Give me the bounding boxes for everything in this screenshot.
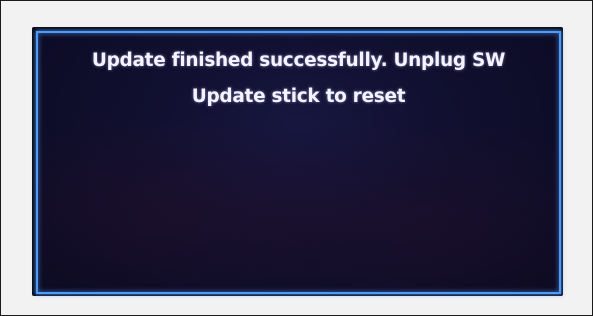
message-line-2: Update stick to reset: [191, 86, 406, 107]
display-bezel: Update finished successfully. Unplug SW …: [32, 27, 563, 296]
message-line-1: Update finished successfully. Unplug SW: [91, 50, 506, 71]
update-message: Update finished successfully. Unplug SW …: [38, 47, 559, 111]
photo-frame: Update finished successfully. Unplug SW …: [0, 0, 593, 316]
update-status-screen: Update finished successfully. Unplug SW …: [36, 31, 561, 294]
